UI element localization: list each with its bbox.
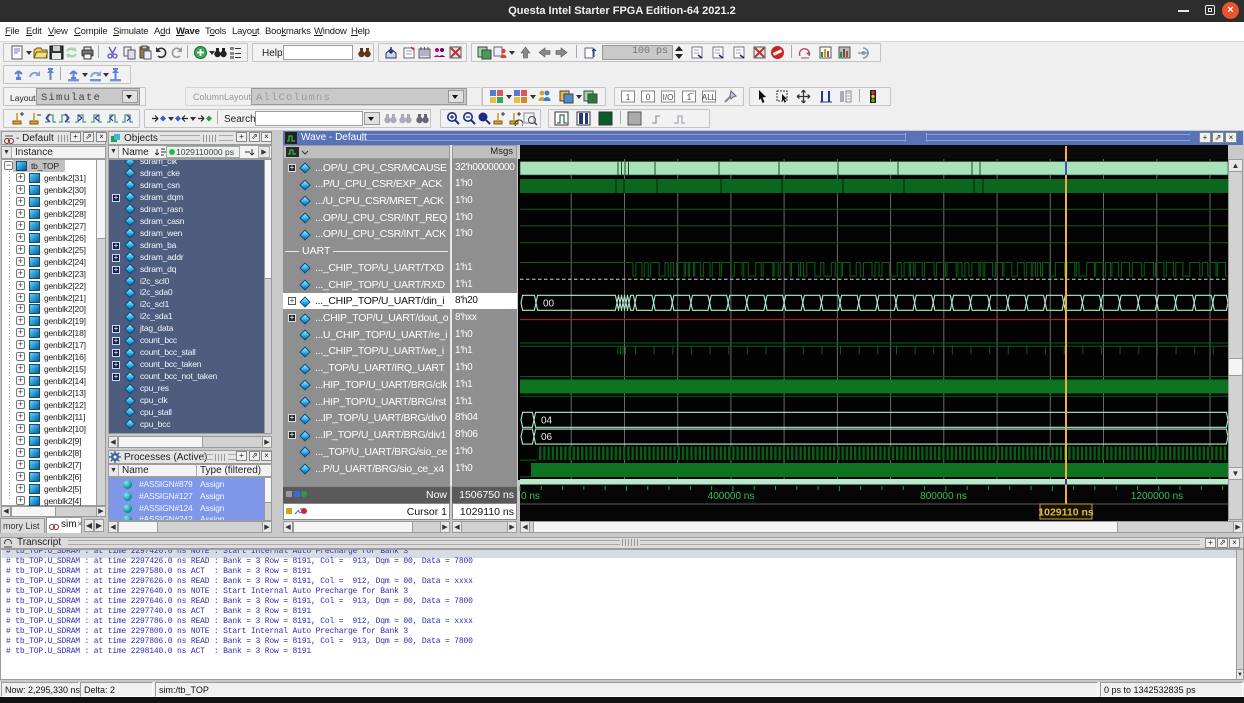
svg-text:00: 00 (543, 298, 555, 309)
svg-text:400000 ns: 400000 ns (708, 491, 755, 502)
svg-text:800000 ns: 800000 ns (920, 491, 967, 502)
svg-text:1029110 ns: 1029110 ns (1038, 507, 1094, 519)
svg-text:1: 1 (626, 93, 631, 102)
svg-text:04: 04 (541, 415, 553, 426)
svg-text:06: 06 (541, 432, 553, 443)
svg-text:I/O: I/O (663, 93, 674, 102)
svg-text:0 ns: 0 ns (521, 491, 540, 502)
svg-text:1200000 ns: 1200000 ns (1131, 491, 1183, 502)
svg-text:0: 0 (646, 93, 651, 102)
svg-text:ALL: ALL (702, 93, 717, 102)
